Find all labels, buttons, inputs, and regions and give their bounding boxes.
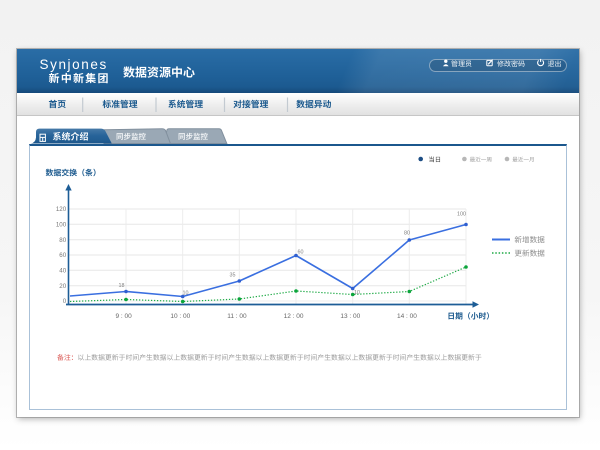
svg-text:120: 120 <box>56 206 67 213</box>
svg-text:Synjones: Synjones <box>40 57 108 72</box>
svg-text:60: 60 <box>298 249 304 255</box>
svg-text:35: 35 <box>230 272 236 278</box>
svg-text:20: 20 <box>59 283 66 290</box>
svg-text:100: 100 <box>56 222 67 229</box>
svg-text:100: 100 <box>457 211 466 217</box>
svg-text:80: 80 <box>404 230 410 236</box>
svg-text:11 : 00: 11 : 00 <box>227 313 247 320</box>
svg-text:13 : 00: 13 : 00 <box>340 313 360 320</box>
svg-text:14 : 00: 14 : 00 <box>397 313 417 320</box>
svg-text:10: 10 <box>354 290 360 296</box>
svg-text:18: 18 <box>119 283 125 289</box>
svg-text:10 : 00: 10 : 00 <box>170 313 190 320</box>
svg-text:9 : 00: 9 : 00 <box>115 313 132 320</box>
svg-text:12 : 00: 12 : 00 <box>284 313 304 320</box>
svg-text:80: 80 <box>59 237 66 244</box>
svg-text:60: 60 <box>59 252 66 259</box>
svg-text:10: 10 <box>183 290 189 296</box>
svg-text:0: 0 <box>63 298 67 305</box>
svg-text:40: 40 <box>59 268 66 275</box>
